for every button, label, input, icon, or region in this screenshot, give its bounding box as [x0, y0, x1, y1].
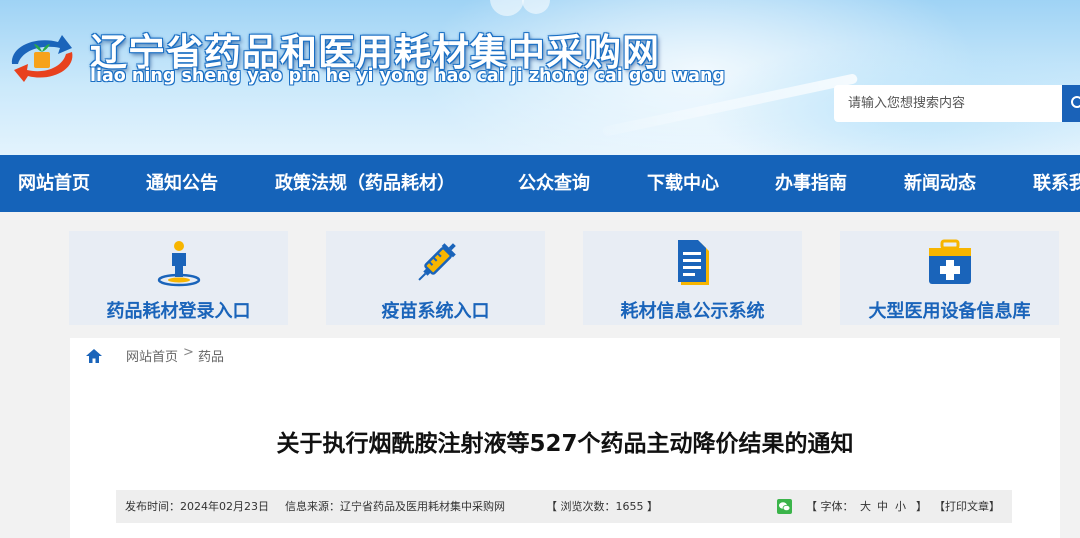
- medical-kit-icon: [928, 239, 971, 284]
- entry-card-drug-login[interactable]: 药品耗材登录入口: [69, 231, 288, 325]
- nav-item-contact[interactable]: 联系我们: [1033, 155, 1080, 212]
- arrow-swirl-logo-icon: [11, 35, 73, 82]
- nav-item-home[interactable]: 网站首页: [18, 155, 90, 212]
- breadcrumb-separator: >: [183, 345, 194, 360]
- site-header: 辽宁省药品和医用耗材集中采购网 liao ning sheng yao pin …: [0, 0, 1080, 155]
- nav-item-news[interactable]: 新闻动态: [904, 155, 976, 212]
- breadcrumb-home-link[interactable]: 网站首页: [126, 346, 178, 365]
- nav-item-guide[interactable]: 办事指南: [775, 155, 847, 212]
- entry-label: 大型医用设备信息库: [868, 301, 1031, 322]
- font-size-large-button[interactable]: 大: [860, 490, 871, 523]
- entry-card-consumables-info[interactable]: 耗材信息公示系统: [583, 231, 802, 325]
- print-article-button[interactable]: 【打印文章】: [934, 490, 1000, 523]
- search-input[interactable]: [834, 85, 1064, 122]
- entry-label: 药品耗材登录入口: [106, 301, 251, 322]
- search-button[interactable]: [1062, 85, 1080, 122]
- font-size-small-button[interactable]: 小: [895, 490, 906, 523]
- font-size-label: 【 字体：: [806, 500, 854, 513]
- main-nav: 网站首页 通知公告 政策法规（药品耗材） 公众查询 下载中心 办事指南 新闻动态…: [0, 155, 1080, 212]
- entry-card-vaccine[interactable]: 疫苗系统入口: [326, 231, 545, 325]
- nav-item-public-query[interactable]: 公众查询: [518, 155, 590, 212]
- wechat-icon[interactable]: [777, 499, 792, 514]
- breadcrumb-current[interactable]: 药品: [198, 346, 224, 365]
- site-pinyin: liao ning sheng yao pin he yi yong hao c…: [90, 66, 725, 86]
- article-title: 关于执行烟酰胺注射液等527个药品主动降价结果的通知: [276, 431, 854, 457]
- person-pin-icon: [157, 241, 200, 287]
- entry-card-medical-equipment[interactable]: 大型医用设备信息库: [840, 231, 1059, 325]
- publish-time: 发布时间：2024年02月23日: [125, 500, 269, 513]
- home-icon[interactable]: [85, 348, 103, 364]
- entry-label: 疫苗系统入口: [381, 301, 490, 322]
- syringe-icon: [417, 243, 456, 281]
- article-panel: 网站首页 > 药品 关于执行烟酰胺注射液等527个药品主动降价结果的通知 发布时…: [70, 338, 1060, 538]
- article-meta-bar: 发布时间：2024年02月23日 信息来源：辽宁省药品及医用耗材集中采购网 【 …: [116, 490, 1012, 523]
- font-size-close-bracket: 】: [916, 500, 927, 513]
- nav-item-notices[interactable]: 通知公告: [146, 155, 218, 212]
- nav-item-policies[interactable]: 政策法规（药品耗材）: [275, 155, 455, 212]
- nav-item-downloads[interactable]: 下载中心: [647, 155, 719, 212]
- view-count: 【 浏览次数：1655 】: [546, 500, 658, 513]
- document-icon: [677, 240, 709, 285]
- font-size-medium-button[interactable]: 中: [877, 490, 888, 523]
- info-source: 信息来源：辽宁省药品及医用耗材集中采购网: [285, 500, 505, 513]
- entry-label: 耗材信息公示系统: [620, 301, 765, 322]
- search-icon: [1071, 96, 1080, 108]
